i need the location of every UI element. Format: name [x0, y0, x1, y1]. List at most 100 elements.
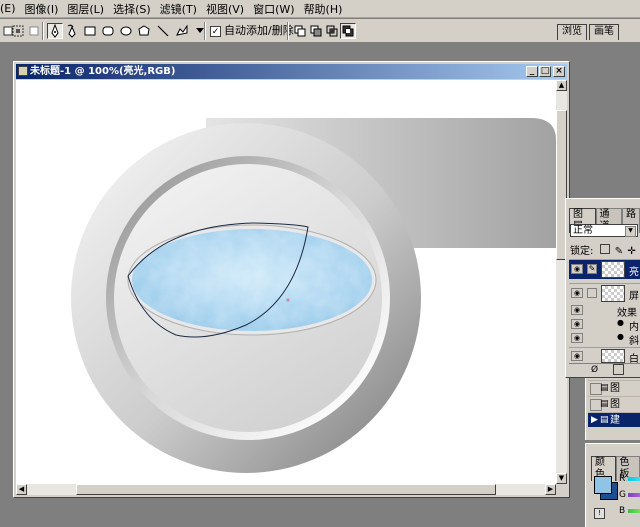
rounded-rectangle-icon[interactable]: [100, 23, 116, 39]
layer-row[interactable]: ◉ 屏: [569, 283, 640, 303]
maximize-icon[interactable]: □: [539, 66, 551, 77]
layer-style-icon[interactable]: Ø: [591, 365, 598, 375]
rectangle-tool-icon[interactable]: [82, 23, 98, 39]
blend-mode-select[interactable]: 正常 ▼: [570, 224, 638, 237]
layers-palette-footer: Ø: [569, 363, 640, 378]
pen-tool-icon[interactable]: [47, 23, 63, 39]
menu-window[interactable]: 窗口(W): [253, 1, 294, 17]
foreground-color-swatch[interactable]: [594, 476, 612, 494]
eye-icon[interactable]: ◉: [571, 351, 583, 361]
channel-r-label: R: [619, 474, 626, 484]
auto-add-delete-checkbox[interactable]: ✓: [210, 26, 221, 37]
lock-label: 锁定:: [570, 246, 594, 257]
options-bar: ✓ 自动添加/删除: [0, 19, 640, 43]
scroll-right-icon[interactable]: ▶: [545, 484, 556, 495]
lock-row: 锁定: ✎ ✛: [570, 242, 636, 257]
effect-row[interactable]: ◉ ● 内: [569, 317, 640, 333]
document-titlebar[interactable]: 未标题-1 @ 100%(亮光,RGB) _ □ ×: [16, 64, 567, 79]
tab-brushes[interactable]: 画笔: [589, 24, 619, 40]
eye-icon[interactable]: ◉: [571, 319, 583, 329]
menu-select[interactable]: 选择(S): [113, 1, 151, 17]
palette-well: 浏览 画笔: [557, 24, 619, 40]
subtract-shape-area-icon[interactable]: [308, 23, 324, 39]
ellipse-tool-icon[interactable]: [118, 23, 134, 39]
lock-brush-icon[interactable]: ✎: [615, 246, 623, 257]
channel-b-slider[interactable]: [628, 509, 640, 513]
lock-transparency-icon[interactable]: [599, 244, 610, 254]
menu-filter[interactable]: 滤镜(T): [160, 1, 197, 17]
scroll-left-icon[interactable]: ◀: [16, 484, 27, 495]
freeform-pen-icon[interactable]: [65, 23, 81, 39]
auto-add-delete-label: 自动添加/删除: [224, 24, 294, 37]
eye-icon[interactable]: ◉: [571, 288, 583, 298]
channel-g-label: G: [619, 490, 626, 500]
custom-shape-icon[interactable]: [174, 23, 190, 39]
eye-icon[interactable]: ◉: [571, 305, 583, 315]
fill-pixels-icon[interactable]: [26, 23, 42, 39]
anchor-point: [286, 298, 290, 302]
menu-edit[interactable]: (E): [0, 2, 16, 15]
lock-move-icon[interactable]: ✛: [627, 246, 635, 257]
menu-image[interactable]: 图像(I): [25, 1, 59, 17]
history-step-icon: ▤: [600, 399, 609, 409]
effects-row[interactable]: ◉ 效果: [569, 303, 640, 319]
history-item[interactable]: ▶ ▤ 建: [588, 412, 640, 427]
brush-icon[interactable]: ✎: [587, 264, 597, 274]
scroll-up-icon[interactable]: ▲: [556, 80, 567, 91]
line-tool-icon[interactable]: [155, 23, 171, 39]
intersect-shape-area-icon[interactable]: [324, 23, 340, 39]
link-box[interactable]: [587, 288, 597, 298]
separator: [287, 22, 289, 40]
polygon-tool-icon[interactable]: [136, 23, 152, 39]
history-step-icon: ▤: [600, 415, 609, 425]
horizontal-scroll-thumb[interactable]: [76, 484, 496, 495]
channel-r-slider[interactable]: [628, 477, 640, 481]
horizontal-scrollbar[interactable]: ◀ ▶: [16, 484, 556, 495]
layer-thumbnail: [601, 261, 625, 278]
history-item-label: 图: [610, 399, 620, 410]
layer-row[interactable]: ◉ ✎ 亮: [569, 259, 640, 279]
layer-name: 亮: [629, 267, 639, 278]
menu-bar: (E) 图像(I) 图层(L) 选择(S) 滤镜(T) 视图(V) 窗口(W) …: [0, 0, 640, 18]
effect-name: 斜: [629, 336, 639, 347]
menu-help[interactable]: 帮助(H): [304, 1, 343, 17]
chevron-down-icon: ▼: [625, 226, 636, 237]
separator: [204, 22, 206, 40]
document-title: 未标题-1 @ 100%(亮光,RGB): [30, 66, 176, 77]
tab-browser[interactable]: 浏览: [557, 24, 587, 40]
history-palette: ▤ 图 ▤ 图 ▶ ▤ 建: [585, 378, 640, 440]
history-item-label: 建: [610, 415, 620, 426]
history-pointer-icon: ▶: [591, 415, 598, 425]
layer-mask-icon[interactable]: [613, 364, 624, 375]
glass-texture: [132, 229, 372, 331]
blend-mode-value: 正常: [573, 225, 593, 236]
channel-b-label: B: [619, 506, 626, 516]
history-step-icon: ▤: [600, 383, 609, 393]
layer-name: 屏: [629, 291, 639, 302]
warning-icon[interactable]: !: [594, 508, 605, 519]
eye-icon[interactable]: ◉: [571, 333, 583, 343]
history-item-label: 图: [610, 383, 620, 394]
effect-icon: ●: [617, 332, 624, 341]
menu-layer[interactable]: 图层(L): [67, 1, 104, 17]
layer-thumbnail: [601, 349, 625, 363]
history-item[interactable]: ▤ 图: [588, 380, 640, 395]
history-item[interactable]: ▤ 图: [588, 396, 640, 411]
separator: [42, 22, 44, 40]
color-palette: 颜色 色板 R G B !: [585, 443, 640, 527]
artwork: [71, 118, 556, 473]
minimize-icon[interactable]: _: [526, 66, 538, 77]
menu-view[interactable]: 视图(V): [206, 1, 244, 17]
eye-icon[interactable]: ◉: [571, 264, 583, 274]
channel-g-slider[interactable]: [628, 493, 640, 497]
add-shape-area-icon[interactable]: [292, 23, 308, 39]
layer-thumbnail: [601, 285, 625, 302]
close-icon[interactable]: ×: [553, 66, 565, 77]
exclude-shape-area-icon[interactable]: [340, 23, 356, 39]
paths-mode-icon[interactable]: [10, 23, 26, 39]
scroll-down-icon[interactable]: ▼: [556, 473, 567, 484]
layers-palette: 图层 通道 路 正常 ▼ 锁定: ✎ ✛ ◉ ✎ 亮 ◉ 屏 ◉ 效果 ◉ ● …: [565, 198, 640, 378]
layer-row[interactable]: ◉ 白: [569, 347, 640, 365]
effect-row[interactable]: ◉ ● 斜: [569, 331, 640, 347]
image-canvas[interactable]: [16, 80, 556, 484]
